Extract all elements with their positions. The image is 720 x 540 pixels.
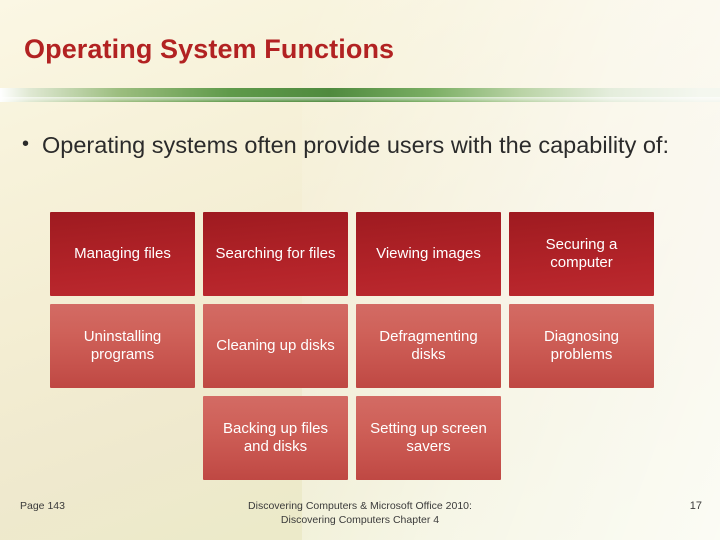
grid-cell-cleaning-up-disks[interactable]: Cleaning up disks — [203, 304, 348, 388]
grid-cell-label: Searching for files — [215, 244, 336, 262]
slide: Operating System Functions • Operating s… — [0, 0, 720, 540]
footer-credit: Discovering Computers & Microsoft Office… — [0, 499, 720, 527]
title-divider — [0, 88, 720, 102]
footer-credit-line-2: Discovering Computers Chapter 4 — [280, 514, 440, 527]
bullet-text: Operating systems often provide users wi… — [42, 132, 669, 158]
grid-cell-label: Uninstalling programs — [83, 327, 162, 363]
list-item: • Operating systems often provide users … — [22, 130, 692, 161]
grid-cell-label: Setting up screen savers — [370, 419, 487, 455]
page-title: Operating System Functions — [24, 34, 395, 64]
grid-cell-uninstalling-programs[interactable]: Uninstalling programs — [50, 304, 195, 388]
grid-cell-empty-right — [509, 396, 654, 480]
grid-cell-label: Defragmenting disks — [379, 327, 478, 363]
grid-cell-diagnosing-problems[interactable]: Diagnosing problems — [509, 304, 654, 388]
grid-cell-searching-for-files[interactable]: Searching for files — [203, 212, 348, 296]
grid-row-2: Uninstalling programs Cleaning up disks … — [50, 304, 670, 388]
grid-cell-securing-a-computer[interactable]: Securing a computer — [509, 212, 654, 296]
slide-number: 17 — [689, 500, 702, 512]
grid-cell-label: Cleaning up disks — [216, 336, 335, 354]
grid-cell-label: Diagnosing problems — [543, 327, 620, 363]
bullet-list: • Operating systems often provide users … — [22, 130, 692, 161]
grid-cell-label: Viewing images — [376, 244, 481, 262]
bullet-marker-icon: • — [22, 133, 30, 155]
grid-cell-label: Securing a computer — [545, 235, 618, 271]
grid-cell-empty-left — [50, 396, 195, 480]
grid-cell-managing-files[interactable]: Managing files — [50, 212, 195, 296]
grid-cell-label: Backing up files and disks — [222, 419, 329, 455]
grid-row-1: Managing files Searching for files Viewi… — [50, 212, 670, 296]
slide-footer: Page 143 Discovering Computers & Microso… — [0, 494, 720, 540]
grid-cell-backing-up-files-and-disks[interactable]: Backing up files and disks — [203, 396, 348, 480]
grid-cell-label: Managing files — [74, 244, 171, 262]
slide-content: Operating System Functions • Operating s… — [0, 0, 720, 540]
grid-cell-viewing-images[interactable]: Viewing images — [356, 212, 501, 296]
function-grid: Managing files Searching for files Viewi… — [50, 212, 670, 488]
grid-row-3: Backing up files and disks Setting up sc… — [50, 396, 670, 480]
grid-cell-setting-up-screen-savers[interactable]: Setting up screen savers — [356, 396, 501, 480]
grid-cell-defragmenting-disks[interactable]: Defragmenting disks — [356, 304, 501, 388]
footer-credit-line-1: Discovering Computers & Microsoft Office… — [248, 500, 472, 512]
